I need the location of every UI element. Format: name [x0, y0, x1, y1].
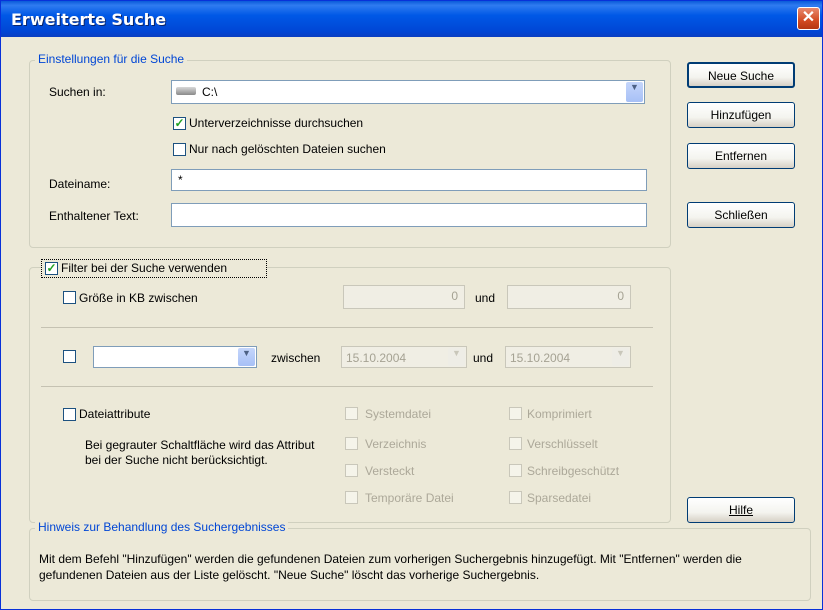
remove-button[interactable]: Entfernen: [687, 143, 795, 169]
close-button[interactable]: Schließen: [687, 202, 795, 228]
attr-label-sparsedatei: Sparsedatei: [527, 491, 592, 505]
date-from-field: 15.10.2004 ▼: [341, 346, 467, 368]
hard-drive-icon: [176, 87, 196, 95]
attr-checkbox-sparsedatei: [509, 491, 522, 504]
attr-label-verschluesselt: Verschlüsselt: [527, 437, 598, 451]
date-type-dropdown[interactable]: ▼: [93, 346, 257, 368]
attr-checkbox-schreibgeschuetzt: [509, 464, 522, 477]
attr-checkbox-versteckt: [345, 464, 358, 477]
date-and-label: und: [473, 351, 494, 365]
help-label: Hilfe: [728, 503, 753, 517]
hint-text: Mit dem Befehl "Hinzufügen" werden die g…: [39, 552, 742, 582]
date-from-value: 15.10.2004: [346, 351, 407, 365]
chevron-down-icon[interactable]: ▼: [626, 82, 643, 102]
date-to-value: 15.10.2004: [510, 351, 571, 365]
chevron-down-icon: ▼: [448, 348, 465, 366]
size-to-field: 0: [507, 285, 631, 309]
deleted-only-label[interactable]: Nur nach gelöschten Dateien suchen: [189, 142, 386, 156]
attributes-label[interactable]: Dateiattribute: [79, 407, 150, 421]
deleted-only-checkbox[interactable]: [173, 143, 186, 156]
search-in-value: C:\: [202, 85, 218, 99]
close-icon[interactable]: ✕: [797, 7, 820, 30]
attr-label-temporaer: Temporäre Datei: [365, 491, 454, 505]
use-filter-label[interactable]: Filter bei der Suche verwenden: [61, 261, 227, 275]
dialog-window: Erweiterte Suche ✕ Einstellungen für die…: [0, 0, 823, 610]
contains-text-label: Enthaltener Text:: [49, 209, 139, 223]
attr-label-systemdatei: Systemdatei: [365, 407, 432, 421]
filter-separator-1: [41, 327, 653, 328]
search-settings-legend: Einstellungen für die Suche: [35, 52, 188, 66]
attr-checkbox-komprimiert: [509, 407, 522, 420]
attr-checkbox-temporaer: [345, 491, 358, 504]
new-search-button[interactable]: Neue Suche: [687, 62, 795, 88]
use-filter-checkbox[interactable]: ✓: [45, 262, 58, 275]
attr-label-versteckt: Versteckt: [365, 464, 415, 478]
attr-label-verzeichnis: Verzeichnis: [365, 437, 427, 451]
attr-checkbox-verzeichnis: [345, 437, 358, 450]
attr-label-schreibgeschuetzt: Schreibgeschützt: [527, 464, 620, 478]
checkmark-icon: ✓: [174, 116, 185, 130]
help-button[interactable]: Hilfe: [687, 497, 795, 523]
window-title: Erweiterte Suche: [11, 10, 167, 29]
size-from-field: 0: [343, 285, 465, 309]
search-in-label: Suchen in:: [49, 85, 106, 99]
attributes-checkbox[interactable]: [63, 408, 76, 421]
attributes-note: Bei gegrauter Schaltfläche wird das Attr…: [85, 438, 315, 467]
chevron-down-icon: ▼: [612, 348, 629, 366]
size-and-label: und: [475, 291, 496, 305]
add-button[interactable]: Hinzufügen: [687, 102, 795, 128]
between-label: zwischen: [271, 351, 321, 365]
filter-separator-2: [41, 386, 653, 387]
attr-checkbox-systemdatei: [345, 407, 358, 420]
contains-text-field[interactable]: [171, 203, 647, 227]
checkmark-icon: ✓: [46, 261, 57, 275]
filename-field[interactable]: *: [171, 169, 647, 191]
attr-checkbox-verschluesselt: [509, 437, 522, 450]
hint-legend: Hinweis zur Behandlung des Suchergebniss…: [35, 520, 289, 534]
size-checkbox[interactable]: [63, 291, 76, 304]
date-checkbox[interactable]: [63, 350, 76, 363]
chevron-down-icon[interactable]: ▼: [238, 348, 255, 366]
subdirs-checkbox[interactable]: ✓: [173, 117, 186, 130]
search-in-dropdown[interactable]: C:\ ▼: [171, 80, 645, 104]
size-label[interactable]: Größe in KB zwischen: [79, 291, 198, 305]
attr-label-komprimiert: Komprimiert: [527, 407, 592, 421]
title-bar[interactable]: Erweiterte Suche ✕: [1, 1, 822, 37]
date-to-field: 15.10.2004 ▼: [505, 346, 631, 368]
filename-label: Dateiname:: [49, 177, 111, 191]
subdirs-label[interactable]: Unterverzeichnisse durchsuchen: [189, 116, 363, 130]
